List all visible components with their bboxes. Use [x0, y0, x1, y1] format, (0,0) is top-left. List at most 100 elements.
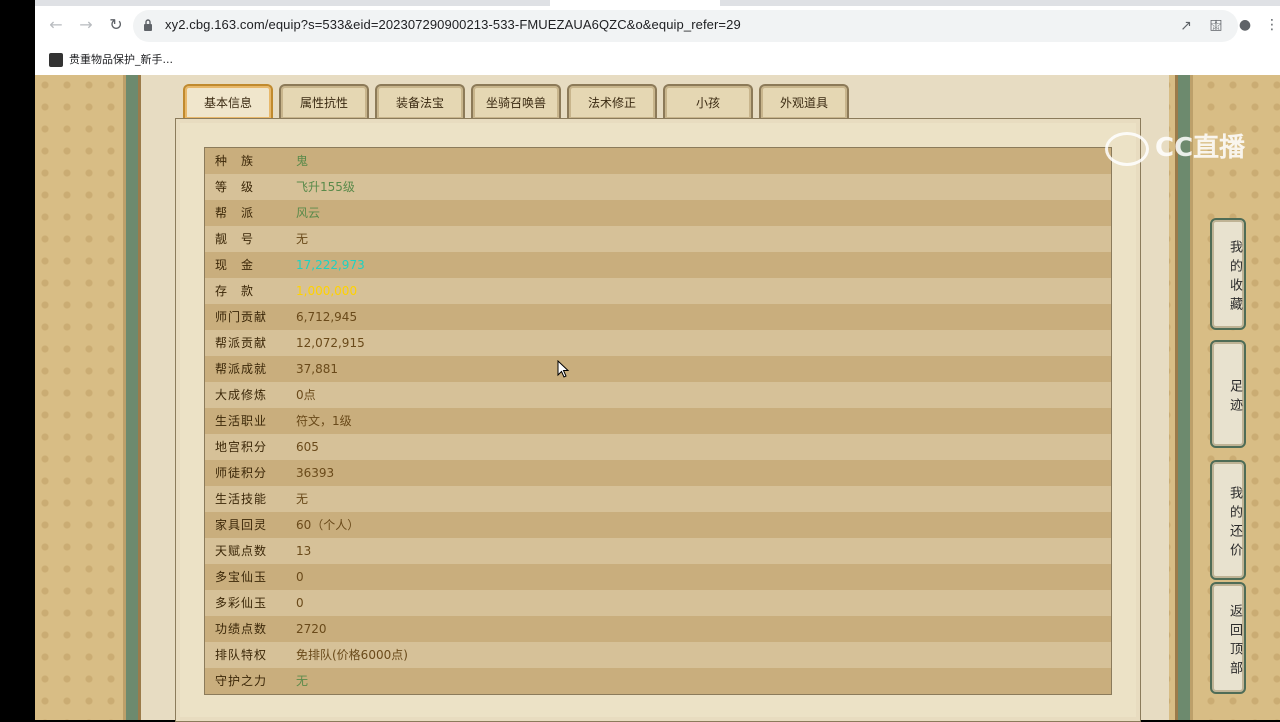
table-row: 天赋点数 13: [205, 538, 1111, 564]
address-bar[interactable]: xy2.cbg.163.com/equip?s=533&eid=20230729…: [133, 10, 1238, 42]
profile-avatar-icon[interactable]: ●: [1232, 12, 1258, 38]
table-row: 等 级 飞升155级: [205, 174, 1111, 200]
row-label: 现 金: [215, 258, 255, 272]
row-label: 排队特权: [215, 648, 268, 662]
row-value: 1,000,000: [296, 284, 358, 298]
row-label: 生活技能: [215, 492, 268, 506]
footprint-button[interactable]: 足迹: [1210, 340, 1246, 448]
reload-icon[interactable]: ↻: [103, 12, 129, 38]
table-row: 存 款 1,000,000: [205, 278, 1111, 304]
row-value: 13: [296, 544, 312, 558]
tab-mount-summon[interactable]: 坐骑召唤兽: [471, 84, 561, 119]
row-value: 风云: [296, 206, 321, 220]
row-value: 免排队(价格6000点): [296, 648, 408, 662]
table-row: 师门贡献 6,712,945: [205, 304, 1111, 330]
row-label: 种 族: [215, 154, 255, 168]
tab-content: 种 族鬼等 级飞升155级帮 派风云靓 号无现 金 17,222,973 存 款 1,…: [175, 118, 1141, 722]
table-row: 种 族鬼: [205, 148, 1111, 174]
back-icon[interactable]: ←: [43, 12, 69, 38]
row-value: 鬼: [296, 154, 309, 168]
table-row: 帮 派 风云: [205, 200, 1111, 226]
tab-spell-correction[interactable]: 法术修正: [567, 84, 657, 119]
table-row: 帮派成就 37,881: [205, 356, 1111, 382]
tab-attribute-resistance[interactable]: 属性抗性: [279, 84, 369, 119]
decorative-border-right: [1175, 75, 1193, 720]
row-label: 存 款: [215, 284, 255, 298]
row-value: 飞升155级: [296, 180, 355, 194]
table-row: 多彩仙玉 0: [205, 590, 1111, 616]
row-value: 17,222,973: [296, 258, 365, 272]
row-label: 帮派贡献: [215, 336, 268, 350]
side-panel-icon[interactable]: ◫: [1203, 12, 1229, 38]
row-value: 60（个人）: [296, 518, 360, 532]
table-row: 靓 号无: [205, 226, 1111, 252]
table-row: 大成修炼 0点: [205, 382, 1111, 408]
table-row: 排队特权 免排队(价格6000点): [205, 642, 1111, 668]
stream-watermark-logo: CC直播: [1105, 129, 1275, 167]
url-text[interactable]: xy2.cbg.163.com/equip?s=533&eid=20230729…: [165, 17, 741, 32]
table-row: 师徒积分 36393: [205, 460, 1111, 486]
mouse-cursor-icon: [557, 360, 569, 378]
decorative-border-left: [123, 75, 141, 720]
watermark-logo-icon: [1105, 131, 1149, 166]
my-counteroffer-button[interactable]: 我的还价: [1210, 460, 1246, 580]
table-row: 多宝仙玉 0: [205, 564, 1111, 590]
row-value: 0点: [296, 388, 316, 402]
row-value: 2720: [296, 622, 327, 636]
row-value: 605: [296, 440, 319, 454]
row-label: 大成修炼: [215, 388, 268, 402]
row-value: 37,881: [296, 362, 338, 376]
row-value: 符文，1级: [296, 414, 352, 428]
row-label: 靓 号: [215, 232, 255, 246]
table-row: 家具回灵 60（个人）: [205, 512, 1111, 538]
forward-icon[interactable]: →: [73, 12, 99, 38]
row-label: 帮派成就: [215, 362, 268, 376]
bookmark-favicon-icon: [49, 53, 63, 67]
row-value: 无: [296, 674, 309, 688]
row-label: 天赋点数: [215, 544, 268, 558]
row-value: 0: [296, 570, 304, 584]
menu-kebab-icon[interactable]: ⋮: [1259, 12, 1280, 38]
bookmark-item[interactable]: 贵重物品保护_新手...: [49, 50, 173, 70]
tab-equipment-treasure[interactable]: 装备法宝: [375, 84, 465, 119]
row-label: 师门贡献: [215, 310, 268, 324]
table-row: 现 金 17,222,973: [205, 252, 1111, 278]
watermark-text: CC直播: [1155, 133, 1246, 163]
row-value: 无: [296, 492, 309, 506]
row-label: 家具回灵: [215, 518, 268, 532]
table-row: 生活技能 无: [205, 486, 1111, 512]
tab-appearance-items[interactable]: 外观道具: [759, 84, 849, 119]
table-row: 守护之力 无: [205, 668, 1111, 694]
browser-toolbar: ← → ↻ xy2.cbg.163.com/equip?s=533&eid=20…: [35, 6, 1280, 44]
share-icon[interactable]: ↗: [1176, 16, 1196, 36]
row-label: 地宫积分: [215, 440, 268, 454]
bookmarks-bar: 贵重物品保护_新手...: [35, 44, 1280, 76]
character-detail-panel: 基本信息 属性抗性 装备法宝 坐骑召唤兽 法术修正 小孩 外观道具 种 族 鬼等 …: [141, 75, 1169, 722]
tab-basic-info[interactable]: 基本信息: [183, 84, 273, 119]
tab-child[interactable]: 小孩: [663, 84, 753, 119]
row-label: 生活职业: [215, 414, 268, 428]
my-favorites-button[interactable]: 我的收藏: [1210, 218, 1246, 330]
row-label: 师徒积分: [215, 466, 268, 480]
row-label: 多宝仙玉: [215, 570, 268, 584]
site-info-icon[interactable]: [143, 19, 153, 31]
table-row: 地宫积分 605: [205, 434, 1111, 460]
row-value: 0: [296, 596, 304, 610]
bookmark-label: 贵重物品保护_新手...: [69, 53, 173, 66]
row-value: 无: [296, 232, 309, 246]
row-label: 功绩点数: [215, 622, 268, 636]
row-value: 12,072,915: [296, 336, 365, 350]
row-value: 6,712,945: [296, 310, 358, 324]
page-background: 基本信息 属性抗性 装备法宝 坐骑召唤兽 法术修正 小孩 外观道具 种 族 鬼等 …: [35, 75, 1280, 722]
row-label: 守护之力: [215, 674, 268, 688]
back-to-top-button[interactable]: 返回顶部: [1210, 582, 1246, 694]
row-label: 帮 派: [215, 206, 255, 220]
table-row: 功绩点数 2720: [205, 616, 1111, 642]
row-label: 等 级: [215, 180, 255, 194]
row-label: 多彩仙玉: [215, 596, 268, 610]
browser-chrome: ← → ↻ xy2.cbg.163.com/equip?s=533&eid=20…: [35, 0, 1280, 76]
table-row: 帮派贡献 12,072,915: [205, 330, 1111, 356]
row-value: 36393: [296, 466, 335, 480]
basic-info-table: 种 族鬼等 级飞升155级帮 派风云靓 号无现 金 17,222,973 存 款 1,…: [204, 147, 1112, 695]
table-row: 生活职业 符文，1级: [205, 408, 1111, 434]
